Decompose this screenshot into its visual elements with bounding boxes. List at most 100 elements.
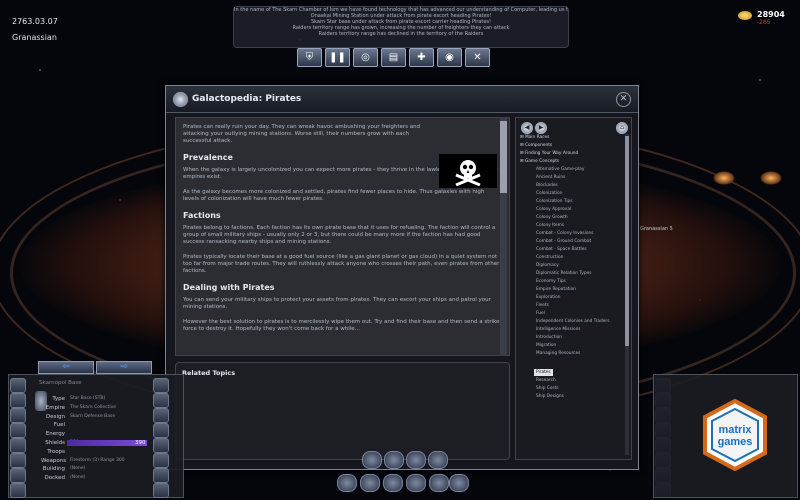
topic-item[interactable]: Blockades bbox=[520, 182, 623, 190]
topic-item[interactable]: Fuel bbox=[520, 310, 623, 318]
bottom-button[interactable] bbox=[406, 474, 426, 492]
topic-item[interactable]: ⊞ Finding Your Way Around bbox=[520, 150, 623, 158]
panel-icon-button[interactable] bbox=[153, 393, 169, 408]
article-scroll-thumb[interactable] bbox=[500, 121, 507, 193]
panel-icon-button[interactable] bbox=[153, 453, 169, 468]
shields-max: 390 bbox=[135, 440, 146, 446]
bottom-button[interactable] bbox=[360, 474, 380, 492]
topic-item[interactable]: Migration bbox=[520, 342, 623, 350]
topic-item[interactable]: Exploration bbox=[520, 294, 623, 302]
topic-item[interactable]: Introduction bbox=[520, 334, 623, 342]
topic-item[interactable]: Ancient Ruins bbox=[520, 174, 623, 182]
topic-item[interactable]: ⊞ Components bbox=[520, 142, 623, 150]
panel-icon-button[interactable] bbox=[10, 468, 26, 483]
bottom-button[interactable] bbox=[384, 451, 404, 469]
topic-item[interactable]: Combat - Ground Combat bbox=[520, 238, 623, 246]
add-button[interactable]: ✚ bbox=[409, 48, 434, 67]
topic-item[interactable]: Combat - Colony Invasions bbox=[520, 230, 623, 238]
topic-item-selected[interactable]: Pirates bbox=[534, 369, 553, 376]
messages-button[interactable]: ▤ bbox=[381, 48, 406, 67]
detail-label: Troops bbox=[47, 448, 65, 455]
previous-item-button[interactable]: ⇦ bbox=[38, 361, 94, 374]
topic-item[interactable]: Colony Growth bbox=[520, 214, 623, 222]
topic-item[interactable]: Empire Reputation bbox=[520, 286, 623, 294]
related-topics-panel[interactable]: Related Topics bbox=[175, 362, 510, 460]
topic-item[interactable]: Colonization Tips bbox=[520, 198, 623, 206]
forward-button[interactable]: ▶ bbox=[535, 122, 547, 134]
credits-value: 28904 bbox=[757, 10, 785, 19]
detail-label: Building bbox=[42, 466, 65, 473]
news-line[interactable]: Raiders territory range has declined in … bbox=[234, 31, 568, 37]
topic-item[interactable]: Intelligence Missions bbox=[520, 326, 623, 334]
ship-icon[interactable] bbox=[713, 171, 735, 185]
panel-icon-button[interactable] bbox=[10, 408, 26, 423]
panel-icon-button[interactable] bbox=[10, 483, 26, 498]
topic-item[interactable]: ⊞ Game Concepts bbox=[520, 158, 623, 166]
bottom-button[interactable] bbox=[429, 474, 449, 492]
next-item-button[interactable]: ⇨ bbox=[96, 361, 152, 374]
ship-icon[interactable] bbox=[760, 171, 782, 185]
topic-item[interactable]: Ship Costs bbox=[520, 385, 623, 393]
panel-icon-button[interactable] bbox=[10, 453, 26, 468]
topic-item[interactable]: Diplomacy bbox=[520, 262, 623, 270]
topic-item[interactable]: Research bbox=[520, 377, 623, 385]
panel-icon-button[interactable] bbox=[153, 438, 169, 453]
empire-button[interactable]: ⛨ bbox=[297, 48, 322, 67]
panel-icon-button[interactable] bbox=[153, 423, 169, 438]
galactopedia-dialog: Galactopedia: Pirates ✕ Pirates can real… bbox=[165, 85, 639, 470]
home-button[interactable]: ⌂ bbox=[616, 122, 628, 134]
bottom-button[interactable] bbox=[383, 474, 403, 492]
topic-item[interactable]: Ship Designs bbox=[520, 393, 623, 401]
research-button[interactable]: ◉ bbox=[437, 48, 462, 67]
bottom-button[interactable] bbox=[362, 451, 382, 469]
logo-text-top: matrix bbox=[718, 424, 752, 436]
topic-item[interactable]: Economy Tips bbox=[520, 278, 623, 286]
topic-item[interactable]: Construction bbox=[520, 254, 623, 262]
panel-icon-button[interactable] bbox=[153, 483, 169, 498]
design-button[interactable]: ✕ bbox=[465, 48, 490, 67]
panel-icon-button[interactable] bbox=[153, 468, 169, 483]
panel-icon-button[interactable] bbox=[10, 438, 26, 453]
pause-button[interactable]: ❚❚ bbox=[325, 48, 350, 67]
panel-icon-button[interactable] bbox=[10, 378, 26, 393]
matrix-games-logo: matrix games bbox=[701, 398, 769, 472]
detail-value: Firestorm (3) Range 300 bbox=[70, 457, 125, 463]
topic-item[interactable]: Colony Approval bbox=[520, 206, 623, 214]
galaxy-button[interactable]: ◎ bbox=[353, 48, 378, 67]
topic-navigator: ◀ ▶ ⌂ ⊞ Main Races ⊞ Components ⊞ Finding … bbox=[515, 117, 632, 460]
system-label[interactable]: Granassian 5 bbox=[640, 226, 673, 232]
plus-icon: ✚ bbox=[417, 52, 426, 63]
detail-label: Docked bbox=[44, 475, 66, 482]
topic-scrollbar[interactable] bbox=[625, 134, 629, 455]
dialog-header: Galactopedia: Pirates ✕ bbox=[166, 86, 638, 113]
bottom-button[interactable] bbox=[449, 474, 469, 492]
bottom-button[interactable] bbox=[406, 451, 426, 469]
section-paragraph: However the best solution to pirates is … bbox=[183, 319, 500, 332]
topic-item[interactable]: Independent Colonies and Traders bbox=[520, 318, 623, 326]
tools-icon: ✕ bbox=[473, 52, 482, 63]
bottom-button[interactable] bbox=[337, 474, 357, 492]
article-scrollbar[interactable] bbox=[500, 117, 507, 356]
panel-icon-button[interactable] bbox=[10, 423, 26, 438]
topic-item[interactable]: Diplomatic Relation Types bbox=[520, 270, 623, 278]
news-ticker[interactable]: In the name of The Skarn Chamber of Ism … bbox=[233, 6, 569, 48]
topic-item[interactable]: Colony Items bbox=[520, 222, 623, 230]
section-paragraph: As the galaxy becomes more colonized and… bbox=[183, 189, 485, 202]
topic-item[interactable]: Managing Resources bbox=[520, 350, 623, 358]
topic-item[interactable]: ⊞ Main Races bbox=[520, 134, 623, 142]
back-button[interactable]: ◀ bbox=[521, 122, 533, 134]
topic-item[interactable]: Colonization bbox=[520, 190, 623, 198]
close-icon[interactable]: ✕ bbox=[616, 92, 631, 107]
topic-item[interactable]: Combat - Space Battles bbox=[520, 246, 623, 254]
topic-scroll-thumb[interactable] bbox=[625, 136, 629, 346]
article-panel[interactable]: Pirates can really ruin your day. They c… bbox=[175, 117, 510, 356]
topic-item[interactable]: Fleets bbox=[520, 302, 623, 310]
detail-label: Fuel bbox=[53, 422, 65, 429]
research-icon: ◉ bbox=[445, 52, 454, 63]
panel-icon-button[interactable] bbox=[10, 393, 26, 408]
detail-label: Empire bbox=[45, 404, 65, 411]
panel-icon-button[interactable] bbox=[153, 378, 169, 393]
topic-item[interactable]: Alternative Game-play bbox=[520, 166, 623, 174]
panel-icon-button[interactable] bbox=[153, 408, 169, 423]
bottom-button[interactable] bbox=[428, 451, 448, 469]
